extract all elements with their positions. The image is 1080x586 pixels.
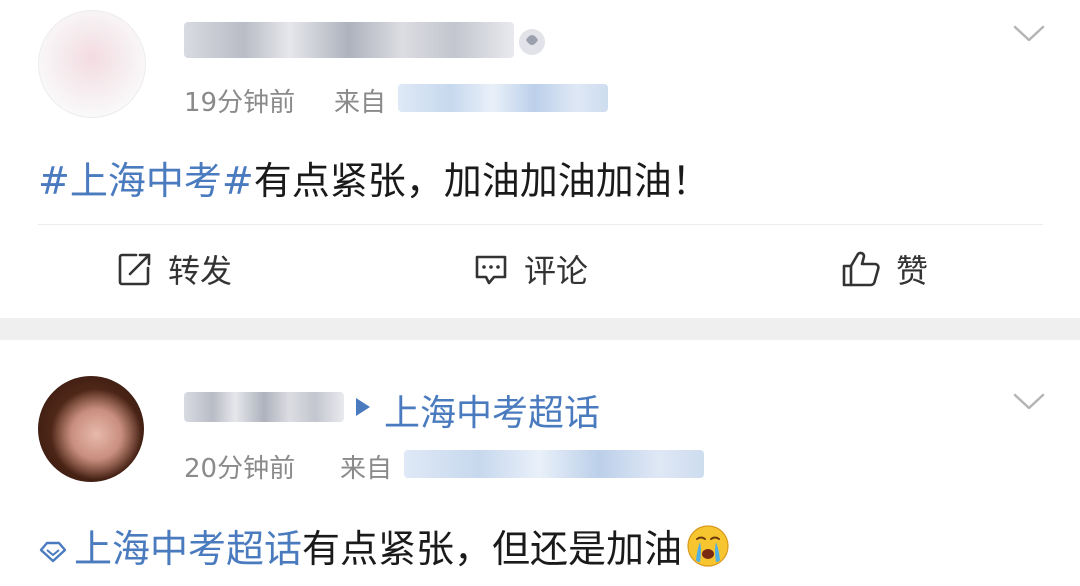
source-label: 来自 bbox=[334, 88, 387, 118]
username-blurred[interactable] bbox=[184, 392, 344, 422]
post-content: 上海中考超话有点紧张，但还是加油 bbox=[38, 518, 730, 573]
supertopic-tag-link[interactable]: 上海中考超话 bbox=[74, 527, 302, 571]
post-text: 有点紧张，但还是加油 bbox=[302, 527, 683, 571]
supertopic-arrow-icon bbox=[356, 398, 370, 416]
post-separator bbox=[0, 318, 1080, 340]
supertopic-link[interactable]: 上海中考超话 bbox=[384, 384, 600, 436]
post-time: 19分钟前 bbox=[184, 88, 296, 118]
topic-link[interactable]: #上海中考# bbox=[38, 159, 254, 203]
avatar[interactable] bbox=[38, 10, 146, 118]
like-label: 赞 bbox=[896, 252, 929, 290]
feed-post: 20分钟前 来自 上海中考超话有点紧张，但还是加油 bbox=[0, 340, 1080, 586]
repost-label: 转发 bbox=[168, 252, 233, 290]
post-text: 有点紧张，加油加油加油！ bbox=[253, 159, 710, 203]
user-badge-icon bbox=[519, 29, 545, 55]
comment-label: 评论 bbox=[524, 252, 589, 290]
username-blurred[interactable] bbox=[184, 22, 514, 58]
feed-post: 19分钟前 来自 #上海中考#有点紧张，加油加油加油！ 转发 评论 赞 bbox=[0, 0, 1080, 318]
chevron-down-icon[interactable] bbox=[1012, 392, 1046, 412]
comment-icon bbox=[475, 255, 507, 285]
source-label: 来自 bbox=[340, 454, 393, 484]
thumbs-up-icon bbox=[842, 251, 880, 287]
chevron-down-icon[interactable] bbox=[1012, 24, 1046, 44]
repost-icon bbox=[118, 253, 151, 286]
like-button[interactable]: 赞 bbox=[840, 246, 928, 292]
crying-face-emoji-icon bbox=[687, 525, 729, 567]
supertopic-diamond-icon bbox=[39, 541, 67, 562]
source-blurred[interactable] bbox=[398, 84, 608, 112]
post-time: 20分钟前 bbox=[184, 454, 296, 484]
post-content: #上海中考#有点紧张，加油加油加油！ bbox=[38, 150, 710, 205]
comment-button[interactable]: 评论 bbox=[472, 246, 588, 292]
repost-button[interactable]: 转发 bbox=[116, 246, 232, 292]
avatar[interactable] bbox=[38, 376, 144, 482]
source-blurred[interactable] bbox=[404, 450, 704, 478]
divider bbox=[38, 224, 1043, 225]
